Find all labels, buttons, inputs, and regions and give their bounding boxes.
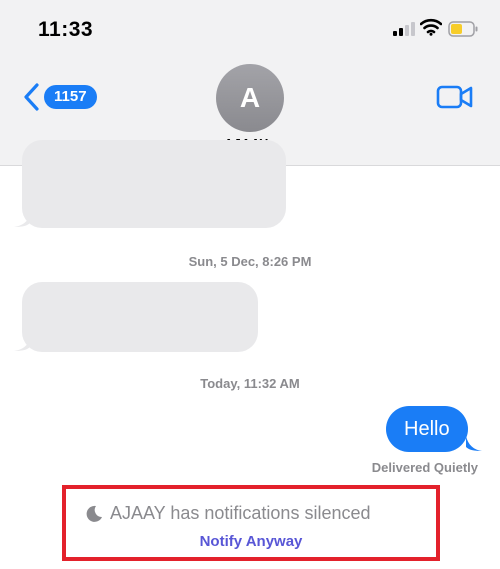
battery-icon — [448, 21, 478, 37]
avatar-initial: A — [239, 82, 261, 113]
unread-count-badge: 1157 — [44, 85, 97, 109]
silenced-message: AJAAY has notifications silenced — [110, 503, 371, 523]
wifi-icon — [420, 18, 442, 36]
video-call-icon[interactable] — [436, 84, 474, 110]
chevron-left-icon — [24, 83, 39, 111]
contact-avatar[interactable]: A — [216, 64, 284, 132]
delivery-status: Delivered Quietly — [371, 460, 478, 475]
back-button[interactable]: 1157 — [22, 82, 97, 112]
moon-icon — [86, 505, 102, 522]
status-bar: 11:33 — [0, 0, 500, 56]
notifications-silenced-notice: AJAAY has notifications silenced Notify … — [62, 485, 440, 561]
timestamp: Sun, 5 Dec, 8:26 PM — [188, 254, 312, 269]
notify-anyway-button[interactable]: Notify Anyway — [66, 533, 436, 550]
bubble-tail — [14, 338, 30, 351]
incoming-message-bubble[interactable] — [22, 282, 258, 352]
outgoing-message-bubble[interactable]: Hello — [386, 406, 468, 452]
silenced-row: AJAAY has notifications silenced — [84, 503, 370, 524]
bubble-tail — [14, 214, 30, 227]
incoming-message-bubble[interactable] — [22, 140, 286, 228]
timestamp: Today, 11:32 AM — [200, 376, 300, 391]
cellular-signal-icon — [393, 22, 415, 36]
status-time: 11:33 — [38, 18, 94, 41]
bubble-tail — [466, 436, 482, 451]
